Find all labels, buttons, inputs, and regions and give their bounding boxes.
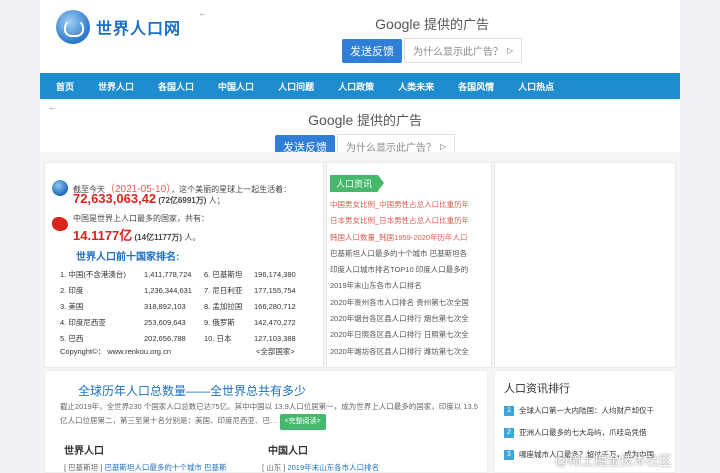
nav-world-population[interactable]: 世界人口: [98, 80, 134, 93]
rank-number-badge: 2: [504, 427, 514, 438]
table-cell: 1. 中国(不含港澳台): [60, 269, 126, 279]
table-cell: 202,656,788: [144, 333, 186, 343]
main-nav: 首页 世界人口 各国人口 中国人口 人口问题 人口政策 人类未来 各国风情 人口…: [40, 73, 680, 99]
ad-title: Google 提供的广告: [308, 112, 422, 128]
read-more-button[interactable]: <完整阅读>: [279, 414, 326, 430]
table-row: 2. 印度 1,236,344,631 7. 尼日利亚 177,155,754: [60, 282, 314, 298]
news-list: 中国男女比例_中国男性占总人口比重历年 日本男女比例_日本男性占总人口比重历年 韩国…: [330, 197, 480, 360]
page: 世界人口网 ← Google 提供的广告 发送反馈 为什么显示此广告？ ▷ 首页 …: [40, 0, 680, 473]
ranking-item[interactable]: 2 亚洲人口最多的七大岛屿，爪哇岛凭借: [504, 427, 647, 438]
watermark: @稀土掘金技术社区: [554, 453, 672, 468]
copyright: Copyright©： www.renkou.org.cn: [60, 347, 171, 356]
table-cell: 177,155,754: [254, 285, 296, 295]
list-item[interactable]: [ 山东 ] 2019年末山东各市人口排名: [262, 462, 379, 473]
table-row: 4. 印度尼西亚 253,609,643 9. 俄罗斯 142,470,272: [60, 314, 314, 330]
table-row: 5. 巴西 202,656,788 10. 日本 127,103,388: [60, 330, 314, 346]
ad-back-arrow-icon[interactable]: ←: [48, 102, 57, 112]
table-cell: 2. 印度: [60, 285, 84, 295]
ranking-item-text: 全球人口第一大内陆国：人均财产却仅千: [519, 406, 654, 415]
ad-title: Google 提供的广告: [375, 16, 489, 32]
table-cell: 318,892,103: [144, 301, 186, 311]
nav-population-policy[interactable]: 人口政策: [338, 80, 374, 93]
site-name: 世界人口网: [96, 19, 182, 38]
table-cell: 196,174,380: [254, 269, 296, 279]
world-population: 72,633,063,42 (72亿6991万) 人；: [73, 191, 225, 206]
news-item[interactable]: 2020年潍坊各区县人口排行 潍坊第七次全: [330, 344, 480, 360]
china-section-title: 中国人口: [268, 446, 308, 457]
why-this-ad-button[interactable]: 为什么显示此广告？ ▷: [404, 38, 523, 63]
news-item[interactable]: 2020年烟台各区县人口排行 烟台第七次全: [330, 311, 480, 327]
ranking-item[interactable]: 1 全球人口第一大内陆国：人均财产却仅千: [504, 405, 654, 416]
news-item[interactable]: 日本男女比例_日本男性占总人口比重历年: [330, 213, 480, 229]
table-cell: 166,280,712: [254, 301, 296, 311]
news-tag: 人口资讯: [330, 175, 385, 192]
table-cell: 142,470,272: [254, 317, 296, 327]
rank-number-badge: 3: [504, 449, 514, 460]
table-cell: 10. 日本: [204, 333, 232, 343]
table-cell: 5. 巴西: [60, 333, 84, 343]
play-icon: ▷: [440, 142, 447, 151]
china-map-icon: [52, 217, 68, 231]
table-cell: 1,411,778,724: [144, 269, 192, 279]
table-cell: 4. 印度尼西亚: [60, 317, 106, 327]
news-item[interactable]: 中国男女比例_中国男性占总人口比重历年: [330, 197, 480, 213]
news-item[interactable]: 2020年贵州各市人口排名 贵州第七次全国: [330, 295, 480, 311]
side-card: [494, 162, 676, 368]
list-item[interactable]: [ 巴基斯坦 ] 巴基斯坦人口最多的十个城市 巴基斯: [64, 462, 227, 473]
ranking-item-text: 亚洲人口最多的七大岛屿，爪哇岛凭借: [519, 428, 647, 437]
globe-icon: [52, 180, 68, 196]
news-item[interactable]: 2019年末山东各市人口排名: [330, 278, 480, 294]
table-cell: 127,103,388: [254, 333, 296, 343]
world-section-title: 世界人口: [64, 446, 104, 457]
table-cell: 9. 俄罗斯: [204, 317, 235, 327]
nav-population-hot[interactable]: 人口热点: [518, 80, 554, 93]
table-cell: 1,236,344,631: [144, 285, 192, 295]
china-stats-line: 中国是世界上人口最多的国家，共有：: [73, 214, 209, 223]
table-cell: 6. 巴基斯坦: [204, 269, 243, 279]
article-title[interactable]: 全球历年人口总数量——全世界总共有多少: [78, 382, 306, 399]
news-item[interactable]: 2020年日照各区县人口排行 日照第七次全: [330, 327, 480, 343]
table-cell: 8. 孟加拉国: [204, 301, 243, 311]
table-cell: 3. 美国: [60, 301, 84, 311]
nav-home[interactable]: 首页: [56, 80, 74, 93]
all-countries-link[interactable]: <全部国家>: [256, 346, 295, 357]
site-logo[interactable]: 世界人口网: [56, 10, 181, 44]
news-item[interactable]: 巴基斯坦人口最多的十个城市 巴基斯坦各: [330, 246, 480, 262]
top10-title: 世界人口前十国家排名:: [76, 252, 180, 263]
nav-country-customs[interactable]: 各国风情: [458, 80, 494, 93]
nav-population-issues[interactable]: 人口问题: [278, 80, 314, 93]
top-ad: Google 提供的广告 发送反馈 为什么显示此广告？ ▷: [342, 14, 523, 63]
table-cell: 7. 尼日利亚: [204, 285, 243, 295]
nav-countries-population[interactable]: 各国人口: [158, 80, 194, 93]
send-feedback-button[interactable]: 发送反馈: [342, 38, 402, 63]
play-icon: ▷: [507, 46, 514, 55]
nav-china-population[interactable]: 中国人口: [218, 80, 254, 93]
ad-back-arrow-icon[interactable]: ←: [198, 8, 207, 18]
globe-logo-icon: [56, 10, 90, 44]
top10-table: 1. 中国(不含港澳台) 1,411,778,724 6. 巴基斯坦 196,174,…: [60, 266, 314, 346]
news-item[interactable]: 韩国人口数量_韩国1959-2020年历年人口: [330, 230, 480, 246]
china-population: 14.1177亿 (14亿1177万) 人。: [73, 228, 201, 243]
news-item[interactable]: 印度人口城市排名TOP10 印度人口最多的: [330, 262, 480, 278]
ranking-title: 人口资讯排行: [504, 383, 570, 395]
table-row: 1. 中国(不含港澳台) 1,411,778,724 6. 巴基斯坦 196,174,…: [60, 266, 314, 282]
nav-human-future[interactable]: 人类未来: [398, 80, 434, 93]
table-cell: 253,609,643: [144, 317, 186, 327]
article-summary: 截止2019年，全世界230 个国家人口总数已达75亿。其中中国以 13.9人口…: [60, 400, 480, 430]
table-row: 3. 美国 318,892,103 8. 孟加拉国 166,280,712: [60, 298, 314, 314]
rank-number-badge: 1: [504, 405, 514, 416]
